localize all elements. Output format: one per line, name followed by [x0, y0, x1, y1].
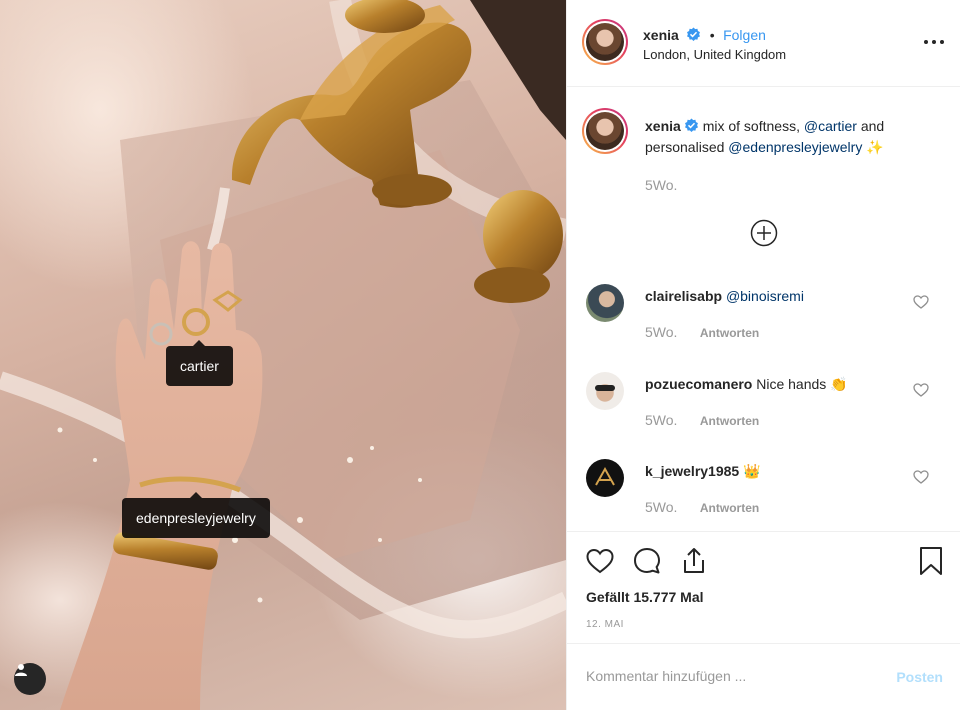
reply-button[interactable]: Antworten [700, 501, 759, 515]
heart-icon[interactable] [913, 294, 929, 310]
heart-icon[interactable] [585, 546, 615, 576]
post-photo[interactable]: cartier edenpresleyjewelry [0, 0, 566, 710]
comment-input[interactable] [586, 668, 876, 684]
commenter-avatar[interactable] [586, 372, 624, 410]
post-sidebar: xenia • Folgen London, United Kingdom xe… [566, 0, 960, 710]
user-silhouette-icon [15, 664, 27, 676]
comment-text[interactable]: @binoisremi [726, 288, 804, 304]
commenter-username[interactable]: k_jewelry1985 [645, 463, 739, 479]
comment-time[interactable]: 5Wo. [645, 499, 677, 515]
caption-username[interactable]: xenia [645, 118, 681, 134]
comment-icon[interactable] [632, 546, 662, 576]
caption-text-part: mix of softness, [702, 118, 800, 134]
photo-tag-cartier[interactable]: cartier [166, 340, 233, 386]
commenter-avatar[interactable] [586, 284, 624, 322]
post-location[interactable]: London, United Kingdom [643, 47, 786, 62]
commenter-avatar[interactable] [586, 459, 624, 497]
commenter-username[interactable]: pozuecomanero [645, 376, 752, 392]
follow-button[interactable]: Folgen [723, 27, 766, 43]
post-button[interactable]: Posten [896, 669, 943, 685]
comment-item: clairelisabp @binoisremi 5Wo. Antworten [567, 284, 960, 372]
comment-text: Nice hands [756, 376, 827, 392]
post-actions: Gefällt 15.777 Mal 12. MAI [567, 531, 960, 643]
verified-badge-icon [687, 27, 701, 41]
tagged-users-button[interactable] [14, 663, 46, 695]
mention-edenpresleyjewelry[interactable]: @edenpresleyjewelry [728, 139, 862, 155]
commenter-username[interactable]: clairelisabp [645, 288, 722, 304]
sparkles-emoji: ✨ [866, 139, 884, 155]
jewelry-logo-icon [595, 466, 615, 486]
comment-form: Posten [567, 643, 960, 710]
clapping-emoji: 👏 [830, 376, 848, 392]
comment-item: pozuecomanero Nice hands 👏 5Wo. Antworte… [567, 372, 960, 460]
mention-cartier[interactable]: @cartier [804, 118, 857, 134]
heart-icon[interactable] [913, 382, 929, 398]
photo-illustration [0, 0, 566, 710]
plus-circle-icon[interactable] [750, 219, 778, 247]
author-username[interactable]: xenia [643, 27, 679, 43]
likes-count[interactable]: Gefällt 15.777 Mal [586, 589, 704, 605]
more-options-icon[interactable] [923, 36, 945, 48]
reply-button[interactable]: Antworten [700, 414, 759, 428]
caption-time[interactable]: 5Wo. [645, 177, 677, 193]
verified-badge-icon [684, 118, 698, 132]
share-icon[interactable] [679, 546, 709, 576]
caption-avatar[interactable] [582, 108, 628, 154]
bookmark-icon[interactable] [916, 546, 946, 576]
caption: xenia mix of softness, @cartier and pers… [645, 116, 945, 158]
author-avatar[interactable] [582, 19, 628, 65]
reply-button[interactable]: Antworten [700, 326, 759, 340]
comment-time[interactable]: 5Wo. [645, 412, 677, 428]
photo-tag-edenpresleyjewelry[interactable]: edenpresleyjewelry [122, 492, 270, 538]
post-date[interactable]: 12. MAI [586, 619, 624, 630]
crown-emoji: 👑 [743, 463, 761, 479]
header-separator: • [709, 27, 715, 43]
comment-time[interactable]: 5Wo. [645, 324, 677, 340]
post-header: xenia • Folgen London, United Kingdom [567, 0, 960, 87]
heart-icon[interactable] [913, 469, 929, 485]
